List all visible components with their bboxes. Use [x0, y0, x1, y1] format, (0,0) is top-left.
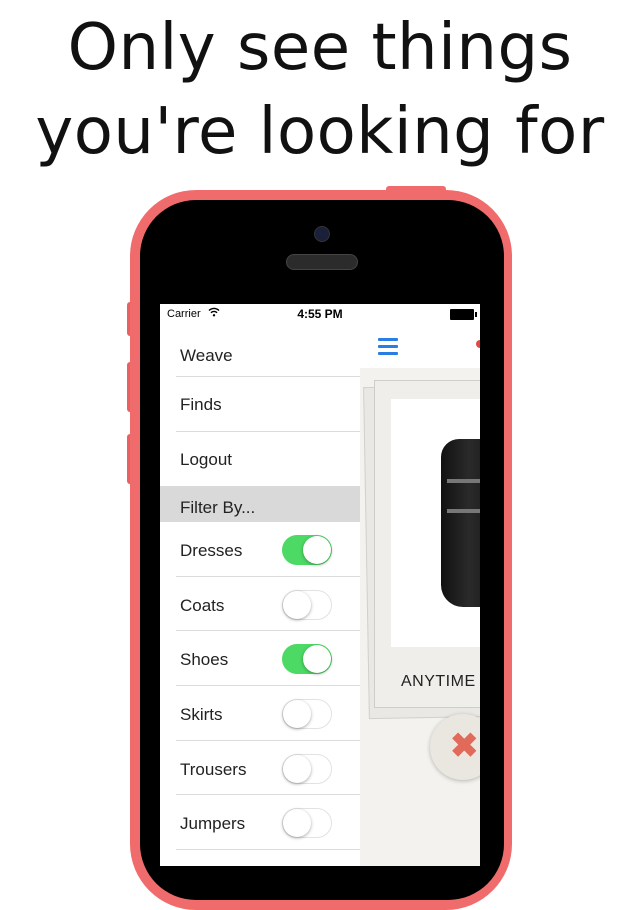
filter-label-jumpers: Jumpers — [180, 814, 246, 833]
menu-divider — [176, 740, 360, 741]
toggle-knob — [303, 536, 331, 564]
content-nav-bar — [360, 324, 480, 368]
menu-divider — [176, 794, 360, 795]
marketing-headline: Only see things you're looking for — [0, 6, 640, 174]
menu-divider — [176, 431, 360, 432]
filter-label-coats: Coats — [180, 596, 225, 615]
filter-label-skirts: Skirts — [180, 705, 223, 724]
menu-divider — [176, 685, 360, 686]
menu-item-finds[interactable]: Finds — [180, 395, 360, 415]
product-title: ANYTIME — [401, 673, 476, 690]
status-time: 4:55 PM — [297, 307, 343, 321]
filter-toggle-shoes[interactable] — [282, 644, 332, 674]
filter-label-shoes: Shoes — [180, 650, 229, 669]
menu-divider — [176, 376, 360, 377]
toggle-knob — [283, 591, 311, 619]
boot-image — [441, 439, 480, 607]
content-panel: ANYTIME ✖ — [360, 324, 480, 866]
filter-header-label: Filter By... — [180, 498, 256, 517]
reject-button[interactable]: ✖ — [430, 714, 480, 780]
filter-toggle-jumpers[interactable] — [282, 808, 332, 838]
earpiece-speaker — [286, 254, 358, 270]
headline-line-2: you're looking for — [35, 95, 605, 169]
menu-divider — [176, 630, 360, 631]
toggle-knob — [283, 755, 311, 783]
notification-dot-icon — [476, 340, 480, 348]
headline-line-1: Only see things — [67, 11, 573, 85]
status-bar: Carrier 4:55 PM — [160, 304, 480, 324]
side-menu: Weave Finds Logout Filter By... Dresses … — [160, 324, 360, 866]
toggle-knob — [303, 645, 331, 673]
toggle-knob — [283, 809, 311, 837]
filter-label-dresses: Dresses — [180, 541, 243, 560]
filter-label-trousers: Trousers — [180, 760, 247, 779]
menu-item-weave[interactable]: Weave — [180, 346, 360, 366]
filter-toggle-coats[interactable] — [282, 590, 332, 620]
product-card[interactable]: ANYTIME — [374, 380, 480, 708]
phone-screen: Carrier 4:55 PM Weave Finds Logout Filte… — [160, 304, 480, 866]
filter-toggle-dresses[interactable] — [282, 535, 332, 565]
filter-section-header: Filter By... — [160, 486, 360, 522]
filter-toggle-skirts[interactable] — [282, 699, 332, 729]
menu-divider — [176, 576, 360, 577]
toggle-knob — [283, 700, 311, 728]
product-image — [391, 399, 480, 647]
battery-icon — [450, 309, 477, 320]
front-camera — [314, 226, 330, 242]
menu-divider — [176, 849, 360, 850]
filter-toggle-trousers[interactable] — [282, 754, 332, 784]
hamburger-menu-icon[interactable] — [378, 338, 398, 359]
close-icon: ✖ — [450, 727, 479, 765]
menu-item-logout[interactable]: Logout — [180, 450, 360, 470]
